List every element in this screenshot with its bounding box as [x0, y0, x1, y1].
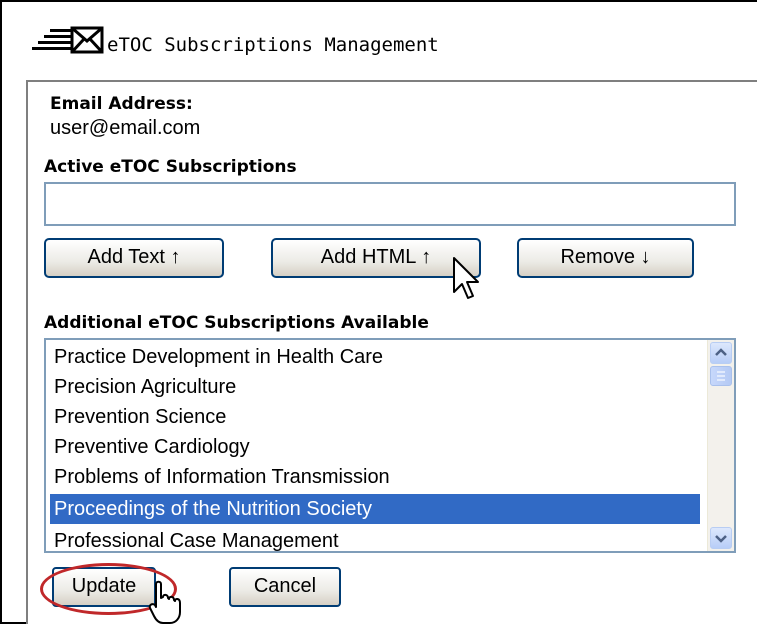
available-subscriptions-list[interactable]: Practice Development in Health Care Prec…: [44, 338, 736, 553]
add-html-button[interactable]: Add HTML ↑: [271, 238, 481, 278]
scroll-up-button[interactable]: [710, 342, 732, 364]
scroll-down-button[interactable]: [710, 527, 732, 549]
email-label: Email Address:: [50, 94, 193, 114]
cancel-button[interactable]: Cancel: [229, 567, 341, 607]
list-scrollbar[interactable]: [707, 340, 734, 551]
active-subscriptions-label: Active eTOC Subscriptions: [44, 157, 297, 177]
chevron-up-icon: [715, 348, 727, 356]
list-item[interactable]: Professional Case Management: [50, 526, 700, 551]
list-item[interactable]: Prevention Science: [50, 402, 700, 432]
title-bar: eTOC Subscriptions Management: [2, 2, 757, 80]
hand-cursor-icon: [148, 580, 181, 624]
add-text-button[interactable]: Add Text ↑: [44, 238, 224, 278]
list-item[interactable]: Precision Agriculture: [50, 372, 700, 402]
arrow-cursor-icon: [453, 257, 479, 299]
available-subscriptions-label: Additional eTOC Subscriptions Available: [44, 313, 429, 333]
mail-envelope-icon: [32, 26, 104, 54]
list-item[interactable]: Preventive Cardiology: [50, 432, 700, 462]
window-title: eTOC Subscriptions Management: [107, 34, 439, 56]
email-value: user@email.com: [50, 117, 201, 139]
thumb-grip-icon: [717, 371, 725, 381]
active-subscriptions-list[interactable]: [44, 182, 736, 226]
list-item-selected[interactable]: Proceedings of the Nutrition Society: [50, 494, 700, 524]
list-item[interactable]: Problems of Information Transmission: [50, 462, 700, 492]
remove-button[interactable]: Remove ↓: [517, 238, 694, 278]
list-item[interactable]: Practice Development in Health Care: [50, 342, 700, 372]
chevron-down-icon: [715, 535, 727, 543]
scroll-thumb[interactable]: [710, 366, 732, 386]
